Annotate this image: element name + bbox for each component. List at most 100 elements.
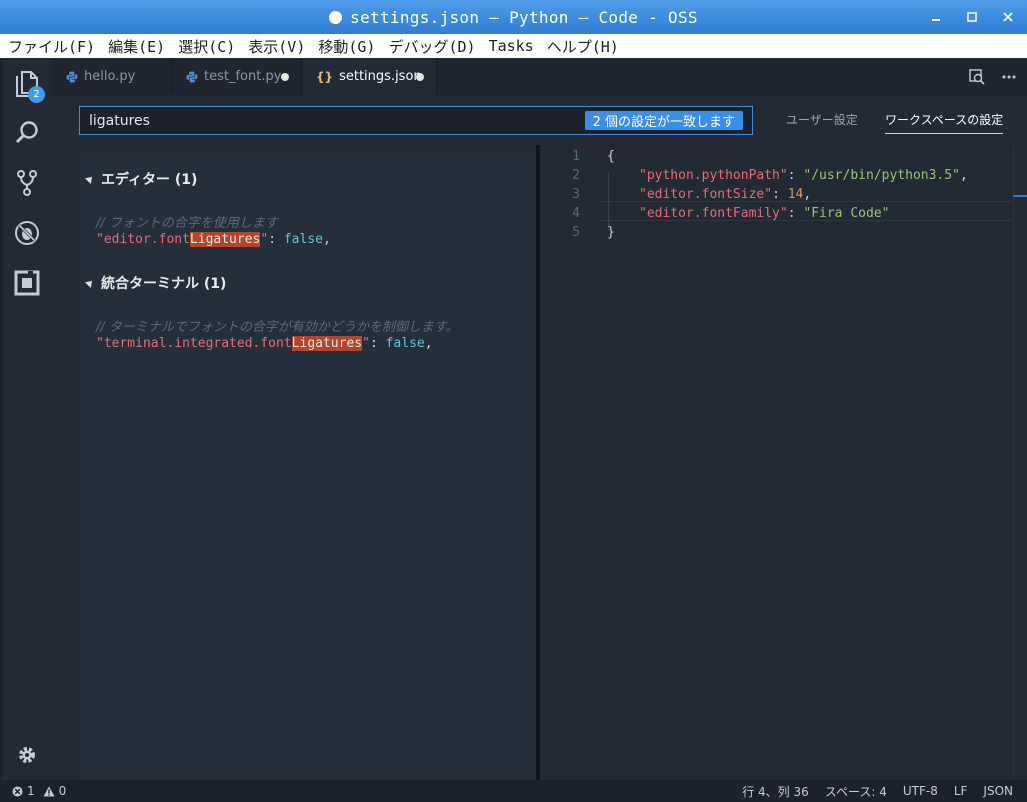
title-bar: settings.json — Python — Code - OSS — [0, 0, 1027, 34]
end-of-line[interactable]: LF — [954, 784, 968, 798]
json-string-value: "Fira Code" — [803, 206, 890, 221]
setting-key-prefix: "terminal.integrated.font — [96, 336, 292, 351]
settings-search-row: 2 個の設定が一致します ユーザー設定 ワークスペースの設定 — [52, 95, 1027, 145]
line-number: 2 — [572, 168, 580, 183]
json-separator: : — [787, 168, 804, 183]
setting-key-prefix: "editor.font — [96, 232, 190, 247]
menu-debug[interactable]: デバッグ(D) — [388, 36, 475, 57]
tab-label: test_font.py — [204, 69, 282, 84]
group-header-terminal[interactable]: 統合ターミナル (1) — [85, 273, 227, 293]
window-title-wrap: settings.json — Python — Code - OSS — [0, 0, 1027, 34]
search-highlight: Ligatures — [189, 232, 261, 247]
tab-hello-py[interactable]: hello.py — [52, 58, 172, 95]
menu-file[interactable]: ファイル(F) — [8, 36, 95, 57]
language-mode[interactable]: JSON — [983, 784, 1013, 798]
open-settings-json-icon[interactable] — [969, 68, 985, 85]
search-highlight: Ligatures — [291, 336, 363, 351]
json-number-value: 14 — [787, 187, 804, 202]
indentation[interactable]: スペース: 4 — [825, 783, 887, 800]
menu-view[interactable]: 表示(V) — [248, 36, 305, 57]
tab-label: hello.py — [84, 69, 136, 84]
line-number: 4 — [572, 206, 580, 221]
json-separator: : — [772, 187, 788, 202]
gear-icon — [19, 747, 35, 763]
match-count-badge: 2 個の設定が一致します — [584, 111, 743, 130]
encoding[interactable]: UTF-8 — [903, 784, 938, 798]
json-key: "python.pythonPath" — [639, 168, 788, 183]
unsaved-dot-icon[interactable] — [416, 73, 424, 81]
warning-count: 0 — [58, 784, 67, 798]
menu-bar: ファイル(F) 編集(E) 選択(C) 表示(V) 移動(G) デバッグ(D) … — [0, 34, 1027, 58]
more-actions-icon[interactable] — [1001, 69, 1017, 85]
tab-bar: hello.py test_font.py {} settings.json — [52, 58, 1027, 95]
json-editor[interactable]: 1 2 3 4 5 { "python.pythonPath": "/usr/b… — [540, 145, 1027, 780]
error-count: 1 — [27, 784, 35, 798]
warning-icon — [43, 786, 55, 796]
menu-go[interactable]: 移動(G) — [318, 36, 375, 57]
settings-search-box: 2 個の設定が一致します — [79, 106, 753, 135]
setting-trailing: , — [424, 336, 433, 351]
tab-label: settings.json — [339, 69, 422, 84]
setting-editor-font-ligatures[interactable]: "editor.fontLigatures": false, — [96, 232, 331, 247]
code-line-3: "editor.fontSize": 14, — [639, 187, 811, 202]
maximize-button[interactable] — [956, 0, 988, 34]
json-key: "editor.fontSize" — [639, 187, 773, 202]
line-number: 1 — [572, 149, 580, 164]
activity-bar: 2 — [2, 58, 52, 780]
extensions-button[interactable] — [2, 260, 52, 306]
minimize-button[interactable] — [920, 0, 952, 34]
window-title: settings.json — Python — Code - OSS — [350, 7, 698, 27]
code-line-2: "python.pythonPath": "/usr/bin/python3.5… — [639, 168, 968, 183]
debug-button[interactable] — [2, 210, 52, 256]
python-icon — [66, 71, 78, 83]
overview-ruler[interactable] — [1013, 145, 1027, 780]
setting-description: // ターミナルでフォントの合字が有効かどうかを制御します。 — [96, 320, 459, 335]
menu-edit[interactable]: 編集(E) — [108, 36, 165, 57]
close-icon — [1003, 12, 1013, 22]
line-number: 3 — [572, 187, 580, 202]
close-button[interactable] — [992, 0, 1024, 34]
setting-value: false — [283, 232, 323, 247]
settings-search-input[interactable] — [89, 107, 569, 134]
code-line-1: { — [607, 149, 615, 164]
json-braces-icon: {} — [316, 69, 334, 84]
menu-selection[interactable]: 選択(C) — [178, 36, 235, 57]
code-line-5: } — [607, 225, 615, 240]
collapse-triangle-icon — [85, 278, 95, 288]
explorer-button[interactable]: 2 — [2, 60, 52, 106]
search-view-button[interactable] — [2, 110, 52, 156]
source-control-button[interactable] — [2, 160, 52, 206]
explorer-badge: 2 — [28, 86, 45, 103]
json-key: "editor.fontFamily" — [639, 206, 788, 221]
menu-help[interactable]: ヘルプ(H) — [547, 36, 619, 57]
cursor-position[interactable]: 行 4、列 36 — [742, 783, 809, 800]
problems-indicator[interactable]: 1 0 — [12, 780, 66, 802]
setting-value: false — [385, 336, 425, 351]
setting-key-suffix: " — [362, 336, 370, 351]
no-bug-icon — [15, 221, 39, 245]
settings-gear-button[interactable] — [2, 732, 52, 778]
setting-description: // フォントの合字を使用します — [96, 216, 278, 231]
setting-terminal-font-ligatures[interactable]: "terminal.integrated.fontLigatures": fal… — [96, 336, 433, 351]
minimize-icon — [932, 19, 940, 21]
status-right: 行 4、列 36 スペース: 4 UTF-8 LF JSON — [742, 780, 1013, 802]
tab-workspace-settings[interactable]: ワークスペースの設定 — [885, 111, 1004, 134]
collapse-triangle-icon — [85, 174, 95, 184]
tab-settings-json[interactable]: {} settings.json — [302, 58, 437, 95]
group-header-editor[interactable]: エディター (1) — [85, 169, 197, 189]
tab-test-font-py[interactable]: test_font.py — [172, 58, 302, 95]
tab-user-settings[interactable]: ユーザー設定 — [786, 111, 858, 128]
group-title: 統合ターミナル (1) — [101, 276, 227, 292]
extensions-icon — [14, 270, 40, 296]
unsaved-dot-icon[interactable] — [281, 73, 289, 81]
maximize-icon — [967, 12, 977, 22]
default-settings-list: エディター (1) // フォントの合字を使用します "editor.fontL… — [80, 153, 536, 780]
json-string-value: "/usr/bin/python3.5" — [803, 168, 960, 183]
source-control-icon — [17, 170, 37, 196]
menu-tasks[interactable]: Tasks — [489, 37, 534, 55]
code-line-4: "editor.fontFamily": "Fira Code" — [639, 206, 889, 221]
unsaved-dot-icon — [329, 10, 343, 24]
json-trailing: , — [803, 187, 812, 202]
status-bar: 1 0 行 4、列 36 スペース: 4 UTF-8 LF JSON — [0, 780, 1027, 802]
python-icon — [186, 71, 198, 83]
